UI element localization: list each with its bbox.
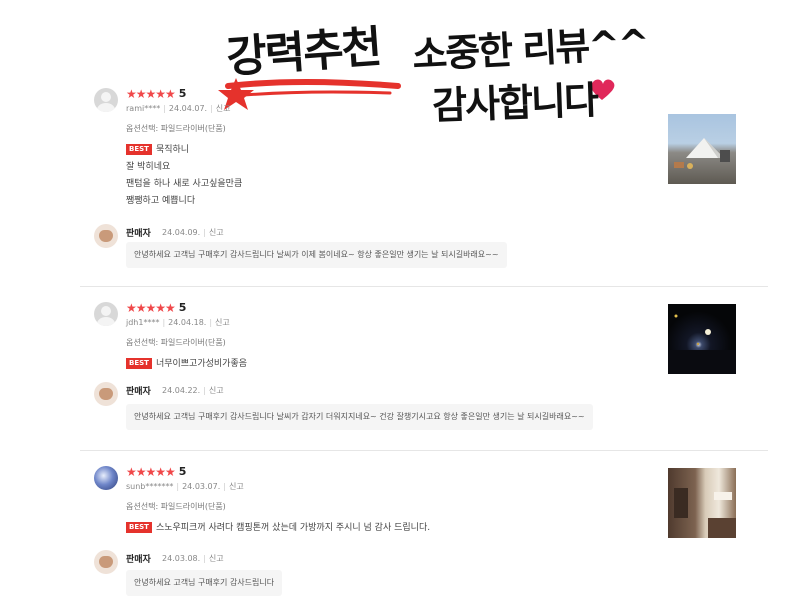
review-meta: jdh1**** | 24.04.18. | 신고 bbox=[126, 318, 230, 327]
seller-profile-icon bbox=[94, 224, 118, 248]
review-meta: rami**** | 24.04.07. | 신고 bbox=[126, 104, 231, 113]
seller-profile-icon bbox=[94, 550, 118, 574]
seller-name: 판매자 bbox=[126, 555, 151, 565]
seller-reply-text: 안녕하세요 고객님 구매후기 감사드립니다 날씨가 이제 봄이네요~ 항상 좋은… bbox=[126, 242, 507, 268]
reply-date: 24.04.22. bbox=[162, 386, 201, 395]
rating: ★★★★★ 5 bbox=[126, 465, 186, 479]
review-line: 스노우피크꺼 사려다 캠핑톤꺼 샀는데 가방까지 주시니 넘 감사 드립니다. bbox=[155, 523, 431, 533]
reviewer-id: sunb******* bbox=[126, 482, 174, 491]
best-badge: BEST bbox=[126, 522, 152, 533]
seller-reply-meta: 24.03.08. | 신고 bbox=[162, 554, 224, 563]
review-photo-thumbnail[interactable] bbox=[668, 114, 736, 184]
option-selection: 옵션선택: 파일드라이버(단품) bbox=[126, 124, 226, 133]
review-date: 24.03.07. bbox=[182, 482, 221, 491]
review-line: 쨍쨍하고 예쁩니다 bbox=[126, 196, 196, 206]
report-link[interactable]: 신고 bbox=[215, 318, 230, 327]
seller-reply-meta: 24.04.09. | 신고 bbox=[162, 228, 224, 237]
banner-strong-recommend: 강력추천 bbox=[224, 21, 382, 84]
option-selection: 옵션선택: 파일드라이버(단품) bbox=[126, 338, 226, 347]
seller-reply-text: 안녕하세요 고객님 구매후기 감사드립니다 bbox=[126, 570, 283, 596]
seller-name: 판매자 bbox=[126, 229, 151, 239]
reply-date: 24.04.09. bbox=[162, 228, 201, 237]
review-content: BEST 너무이쁘고가성비가좋음 bbox=[126, 356, 247, 373]
default-user-icon bbox=[94, 88, 118, 112]
rating: ★★★★★ 5 bbox=[126, 87, 186, 101]
review-photo-thumbnail[interactable] bbox=[668, 468, 736, 538]
default-user-icon bbox=[94, 302, 118, 326]
rating-score: 5 bbox=[178, 465, 187, 478]
review-line: 팬텀을 하나 새로 사고싶을만큼 bbox=[126, 179, 243, 189]
report-link[interactable]: 신고 bbox=[216, 104, 231, 113]
review-item: ★★★★★ 5 jdh1**** | 24.04.18. | 신고 옵션선택: 파일드라… bbox=[80, 298, 768, 438]
star-rating-icon: ★★★★★ bbox=[126, 465, 176, 479]
review-divider bbox=[80, 286, 768, 287]
reply-date: 24.03.08. bbox=[162, 554, 201, 563]
review-photo-thumbnail[interactable] bbox=[668, 304, 736, 374]
review-date: 24.04.07. bbox=[168, 104, 208, 113]
review-content: BEST 스노우피크꺼 사려다 캠핑톤꺼 샀는데 가방까지 주시니 넘 감사 드립… bbox=[126, 520, 430, 537]
reviewer-id: jdh1**** bbox=[126, 318, 160, 327]
review-meta: sunb******* | 24.03.07. | 신고 bbox=[126, 482, 244, 491]
best-badge: BEST bbox=[126, 144, 152, 155]
review-item: ★★★★★ 5 rami**** | 24.04.07. | 신고 옵션선택: 파일드라… bbox=[80, 84, 768, 274]
report-link[interactable]: 신고 bbox=[209, 554, 224, 563]
review-date: 24.04.18. bbox=[168, 318, 207, 327]
review-content: BEST 묵직하니 잘 박히네요 팬텀을 하나 새로 사고싶을만큼 쨍쨍하고 예쁩… bbox=[126, 142, 242, 210]
seller-reply-text: 안녕하세요 고객님 구매후기 감사드립니다 날씨가 갑자기 더워지지네요~ 건강… bbox=[126, 404, 593, 430]
seller-reply-meta: 24.04.22. | 신고 bbox=[162, 386, 224, 395]
seller-name: 판매자 bbox=[126, 387, 151, 397]
seller-profile-icon bbox=[94, 382, 118, 406]
star-rating-icon: ★★★★★ bbox=[126, 87, 176, 101]
report-link[interactable]: 신고 bbox=[229, 482, 244, 491]
rating-score: 5 bbox=[178, 87, 187, 100]
report-link[interactable]: 신고 bbox=[209, 228, 224, 237]
review-item: ★★★★★ 5 sunb******* | 24.03.07. | 신고 옵션선택: 파… bbox=[80, 462, 768, 598]
option-selection: 옵션선택: 파일드라이버(단품) bbox=[126, 502, 226, 511]
user-profile-icon bbox=[94, 466, 118, 490]
star-rating-icon: ★★★★★ bbox=[126, 301, 176, 315]
best-badge: BEST bbox=[126, 358, 152, 369]
report-link[interactable]: 신고 bbox=[209, 386, 224, 395]
review-line: 너무이쁘고가성비가좋음 bbox=[155, 359, 248, 369]
rating-score: 5 bbox=[178, 301, 187, 314]
review-line: 묵직하니 bbox=[155, 145, 190, 155]
reviewer-id: rami**** bbox=[126, 104, 161, 113]
rating: ★★★★★ 5 bbox=[126, 301, 186, 315]
review-divider bbox=[80, 450, 768, 451]
review-line: 잘 박히네요 bbox=[126, 162, 171, 172]
